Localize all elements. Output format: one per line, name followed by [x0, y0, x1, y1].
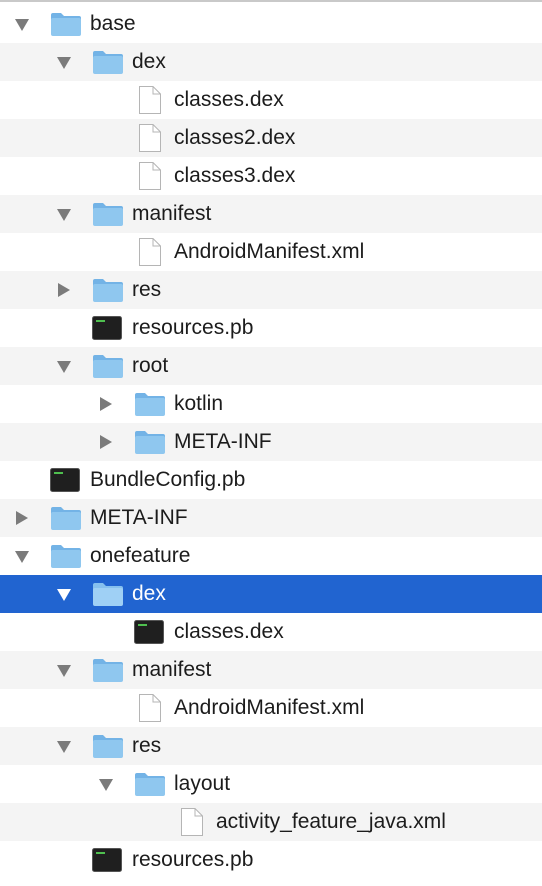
tree-file-row[interactable]: classes2.dex	[0, 119, 542, 157]
disclosure-expanded-icon[interactable]	[56, 727, 72, 765]
disclosure-expanded-icon[interactable]	[56, 575, 72, 613]
tree-folder-row[interactable]: META-INF	[0, 423, 542, 461]
disclosure-expanded-icon[interactable]	[56, 651, 72, 689]
tree-item-label: manifest	[132, 202, 212, 225]
folder-icon	[92, 651, 126, 689]
tree-file-row[interactable]: resources.pb	[0, 309, 542, 347]
document-icon	[176, 803, 210, 841]
folder-icon	[50, 499, 84, 537]
tree-folder-row[interactable]: res	[0, 271, 542, 309]
tree-item-label: res	[132, 734, 162, 757]
tree-item-label: AndroidManifest.xml	[174, 696, 365, 719]
exec-icon	[50, 461, 84, 499]
tree-item-label: kotlin	[174, 392, 224, 415]
tree-file-row[interactable]: resources.pb	[0, 841, 542, 879]
tree-item-label: res	[132, 278, 162, 301]
folder-icon	[92, 575, 126, 613]
tree-folder-row[interactable]: META-INF	[0, 499, 542, 537]
disclosure-expanded-icon[interactable]	[14, 537, 30, 575]
tree-folder-row[interactable]: dex	[0, 575, 542, 613]
tree-folder-row[interactable]: dex	[0, 43, 542, 81]
exec-icon	[92, 309, 126, 347]
tree-item-label: dex	[132, 582, 166, 605]
tree-item-label: META-INF	[174, 430, 272, 453]
document-icon	[134, 689, 168, 727]
tree-file-row[interactable]: classes.dex	[0, 613, 542, 651]
tree-item-label: resources.pb	[132, 848, 254, 871]
tree-item-label: manifest	[132, 658, 212, 681]
document-icon	[134, 233, 168, 271]
tree-folder-row[interactable]: manifest	[0, 195, 542, 233]
folder-icon	[92, 43, 126, 81]
folder-icon	[92, 195, 126, 233]
tree-folder-row[interactable]: kotlin	[0, 385, 542, 423]
tree-file-row[interactable]: AndroidManifest.xml	[0, 233, 542, 271]
folder-icon	[92, 347, 126, 385]
tree-file-row[interactable]: BundleConfig.pb	[0, 461, 542, 499]
file-tree: base dex classes.dex classes2.dex classes3.d…	[0, 5, 542, 879]
tree-item-label: classes3.dex	[174, 164, 296, 187]
exec-icon	[134, 613, 168, 651]
tree-item-label: META-INF	[90, 506, 188, 529]
disclosure-collapsed-icon[interactable]	[56, 271, 72, 309]
tree-folder-row[interactable]: manifest	[0, 651, 542, 689]
disclosure-collapsed-icon[interactable]	[98, 423, 114, 461]
tree-item-label: activity_feature_java.xml	[216, 810, 446, 833]
tree-folder-row[interactable]: onefeature	[0, 537, 542, 575]
tree-item-label: dex	[132, 50, 166, 73]
tree-item-label: classes.dex	[174, 88, 284, 111]
disclosure-expanded-icon[interactable]	[56, 195, 72, 233]
tree-folder-row[interactable]: base	[0, 5, 542, 43]
tree-item-label: AndroidManifest.xml	[174, 240, 365, 263]
folder-icon	[50, 5, 84, 43]
folder-icon	[92, 271, 126, 309]
tree-folder-row[interactable]: layout	[0, 765, 542, 803]
tree-file-row[interactable]: AndroidManifest.xml	[0, 689, 542, 727]
tree-file-row[interactable]: classes3.dex	[0, 157, 542, 195]
tree-item-label: classes2.dex	[174, 126, 296, 149]
tree-item-label: layout	[174, 772, 231, 795]
disclosure-expanded-icon[interactable]	[98, 765, 114, 803]
tree-item-label: classes.dex	[174, 620, 284, 643]
tree-item-label: base	[90, 12, 136, 35]
folder-icon	[134, 423, 168, 461]
tree-file-row[interactable]: classes.dex	[0, 81, 542, 119]
folder-icon	[134, 765, 168, 803]
folder-icon	[50, 537, 84, 575]
document-icon	[134, 157, 168, 195]
tree-item-label: root	[132, 354, 169, 377]
disclosure-collapsed-icon[interactable]	[98, 385, 114, 423]
exec-icon	[92, 841, 126, 879]
document-icon	[134, 81, 168, 119]
tree-folder-row[interactable]: res	[0, 727, 542, 765]
disclosure-expanded-icon[interactable]	[56, 347, 72, 385]
disclosure-expanded-icon[interactable]	[14, 5, 30, 43]
disclosure-expanded-icon[interactable]	[56, 43, 72, 81]
tree-item-label: BundleConfig.pb	[90, 468, 246, 491]
folder-icon	[92, 727, 126, 765]
document-icon	[134, 119, 168, 157]
tree-file-row[interactable]: activity_feature_java.xml	[0, 803, 542, 841]
tree-item-label: onefeature	[90, 544, 191, 567]
top-border	[0, 0, 542, 2]
tree-item-label: resources.pb	[132, 316, 254, 339]
disclosure-collapsed-icon[interactable]	[14, 499, 30, 537]
tree-folder-row[interactable]: root	[0, 347, 542, 385]
folder-icon	[134, 385, 168, 423]
